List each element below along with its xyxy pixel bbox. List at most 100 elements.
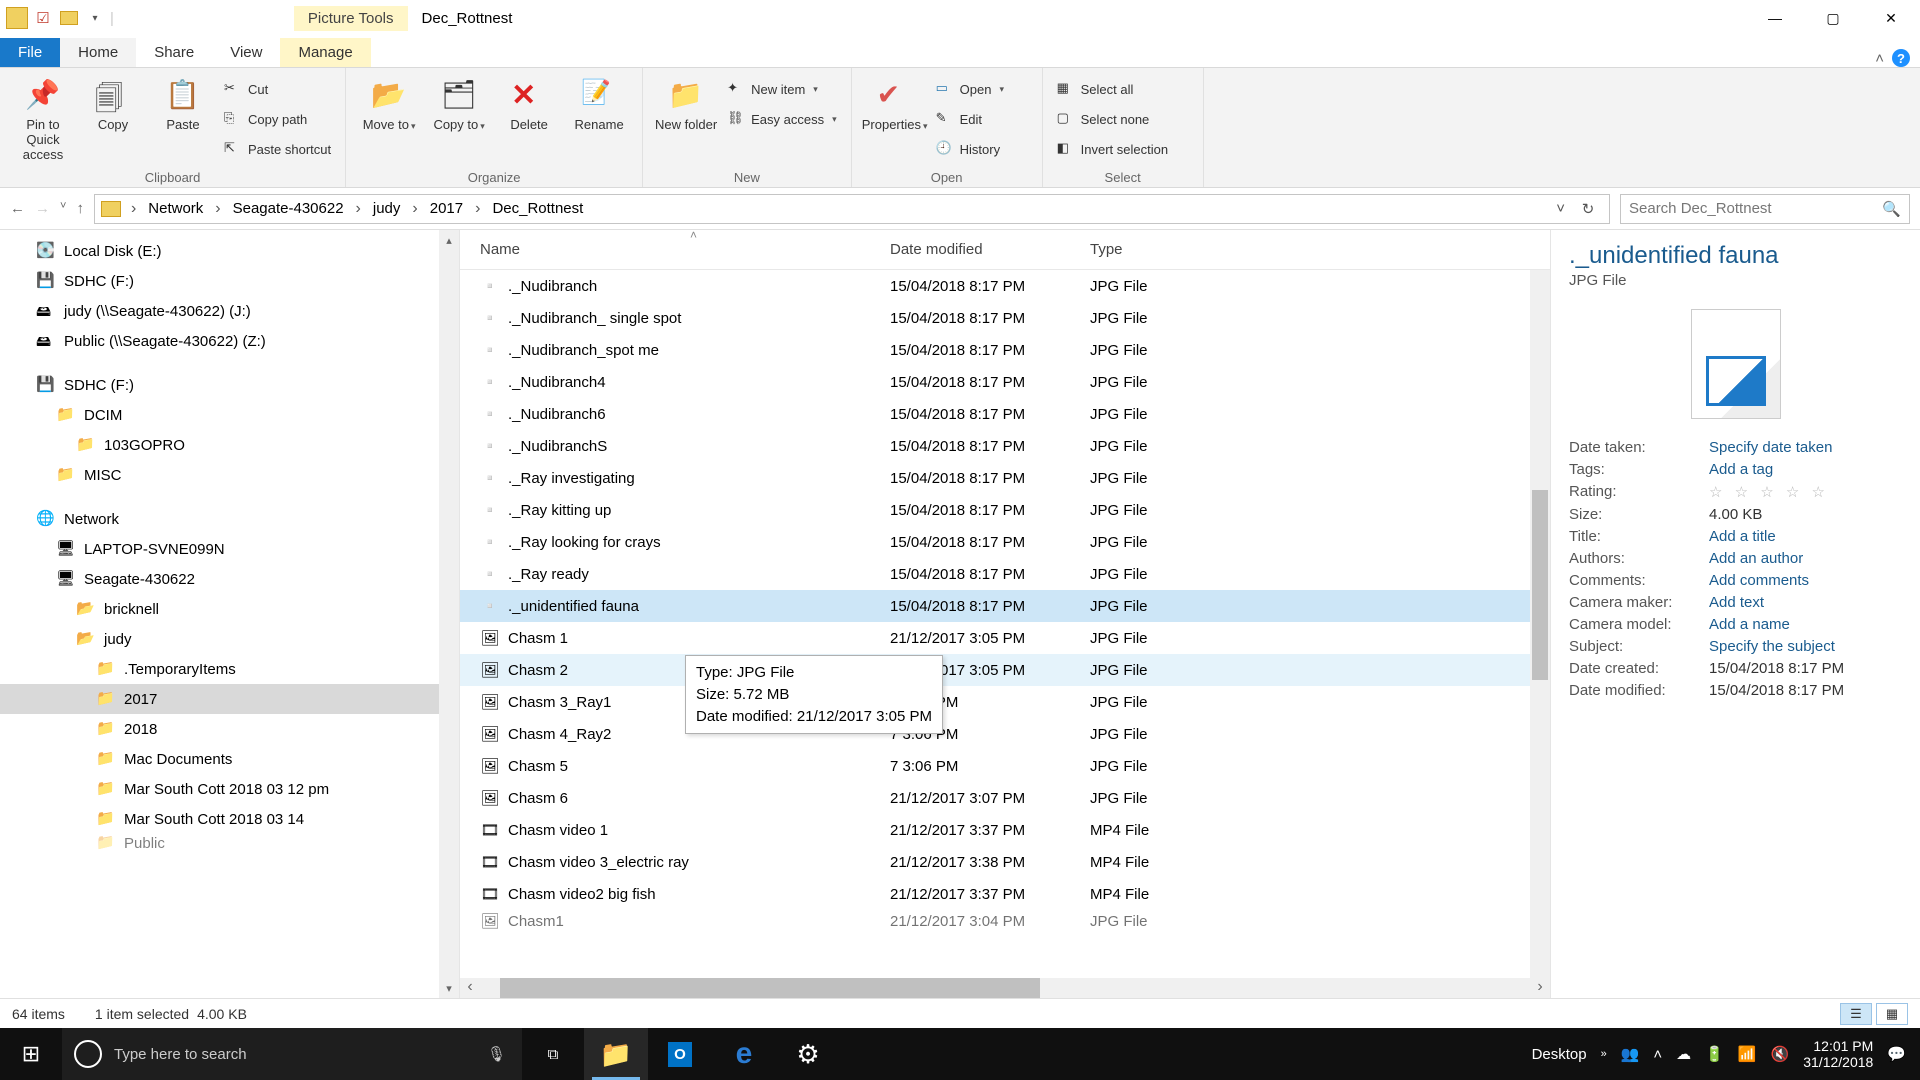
wifi-icon[interactable]: 📶	[1738, 1045, 1757, 1063]
tab-share[interactable]: Share	[136, 38, 212, 67]
contextual-tab-picture-tools[interactable]: Picture Tools	[294, 6, 408, 31]
details-row[interactable]: Comments:Add comments	[1569, 572, 1902, 589]
chevron-right-icon[interactable]: »	[1601, 1048, 1607, 1060]
open-button[interactable]: ▭Open▾	[932, 76, 1032, 102]
tree-item[interactable]: 💽Local Disk (E:)	[0, 236, 459, 266]
file-row[interactable]: ▫️._Ray kitting up15/04/2018 8:17 PMJPG …	[460, 494, 1550, 526]
taskbar-edge[interactable]: e	[712, 1028, 776, 1080]
action-center-icon[interactable]: 💬	[1887, 1045, 1906, 1063]
forward-button[interactable]: →	[35, 200, 50, 217]
vertical-scrollbar[interactable]	[1530, 270, 1550, 978]
new-folder-button[interactable]: 📁New folder	[653, 72, 719, 133]
mic-icon[interactable]: 🎙	[487, 1045, 522, 1063]
bc-network[interactable]: Network	[146, 200, 205, 217]
tab-manage[interactable]: Manage	[280, 38, 370, 67]
copy-to-button[interactable]: 🗂Copy to▾	[426, 72, 492, 133]
tree-item[interactable]: 📁Mar South Cott 2018 03 14	[0, 804, 459, 834]
breadcrumb[interactable]: Network Seagate-430622 judy 2017 Dec_Rot…	[94, 194, 1610, 224]
tree-item[interactable]: 🖥LAPTOP-SVNE099N	[0, 534, 459, 564]
volume-icon[interactable]: 🔇	[1771, 1045, 1790, 1063]
cut-button[interactable]: ✂Cut	[220, 76, 335, 102]
qat-newfolder-icon[interactable]	[58, 7, 80, 29]
new-item-button[interactable]: ✦New item▾	[723, 76, 841, 102]
file-row[interactable]: ▫️._Nudibranch_ single spot15/04/2018 8:…	[460, 302, 1550, 334]
header-date[interactable]: Date modified	[890, 241, 1090, 258]
file-row[interactable]: ▫️._Nudibranch615/04/2018 8:17 PMJPG Fil…	[460, 398, 1550, 430]
taskbar-desktop-toolbar[interactable]: Desktop	[1532, 1046, 1587, 1063]
bc-2017[interactable]: 2017	[428, 200, 465, 217]
details-row[interactable]: Tags:Add a tag	[1569, 461, 1902, 478]
tree-item[interactable]: 📁MISC	[0, 460, 459, 490]
file-row[interactable]: ▫️._NudibranchS15/04/2018 8:17 PMJPG Fil…	[460, 430, 1550, 462]
file-row[interactable]: ▫️._Ray looking for crays15/04/2018 8:17…	[460, 526, 1550, 558]
header-type[interactable]: Type	[1090, 241, 1210, 258]
close-button[interactable]: ✕	[1862, 0, 1920, 36]
file-row[interactable]: 🖼Chasm 57 3:06 PMJPG File	[460, 750, 1550, 782]
back-button[interactable]: ←	[10, 200, 25, 217]
header-name[interactable]: Name	[460, 241, 890, 258]
taskbar[interactable]: ⊞ Type here to search 🎙 ⧉ 📁 O e ⚙ Deskto…	[0, 1028, 1920, 1080]
tree-item[interactable]: 💾SDHC (F:)	[0, 266, 459, 296]
delete-button[interactable]: ✕Delete	[496, 72, 562, 133]
view-large-icons-button[interactable]: ▦	[1876, 1003, 1908, 1025]
up-button[interactable]: ↑	[76, 200, 84, 217]
taskbar-explorer[interactable]: 📁	[584, 1028, 648, 1080]
details-row[interactable]: Title:Add a title	[1569, 528, 1902, 545]
rename-button[interactable]: 📝Rename	[566, 72, 632, 133]
tree-item[interactable]: 📁.TemporaryItems	[0, 654, 459, 684]
tree-item[interactable]: 🖴Public (\\Seagate-430622) (Z:)	[0, 326, 459, 356]
minimize-button[interactable]: —	[1746, 0, 1804, 36]
tree-item[interactable]: 📁Public	[0, 834, 459, 852]
details-row[interactable]: Subject:Specify the subject	[1569, 638, 1902, 655]
copy-button[interactable]: 🗐 Copy	[80, 72, 146, 133]
ribbon-collapse-icon[interactable]: ˄	[1875, 50, 1884, 67]
file-list[interactable]: ▫️._Nudibranch15/04/2018 8:17 PMJPG File…	[460, 270, 1550, 978]
horizontal-scrollbar[interactable]: ‹ ›	[460, 978, 1550, 998]
paste-shortcut-button[interactable]: ⇱Paste shortcut	[220, 136, 335, 162]
breadcrumb-dropdown-icon[interactable]: ˅	[1556, 200, 1565, 218]
file-row[interactable]: ▫️._Nudibranch15/04/2018 8:17 PMJPG File	[460, 270, 1550, 302]
taskbar-clock[interactable]: 12:01 PM 31/12/2018	[1803, 1038, 1873, 1070]
tree-item[interactable]: 📁Mar South Cott 2018 03 12 pm	[0, 774, 459, 804]
recent-locations-button[interactable]: ˅	[60, 200, 66, 217]
file-row[interactable]: 🖼Chasm 3_Ray17 3:05 PMJPG File	[460, 686, 1550, 718]
tab-home[interactable]: Home	[60, 38, 136, 67]
tray-expand-icon[interactable]: ˄	[1653, 1046, 1662, 1063]
maximize-button[interactable]: ▢	[1804, 0, 1862, 36]
copy-path-button[interactable]: ⎘Copy path	[220, 106, 335, 132]
file-row[interactable]: ▫️._Ray investigating15/04/2018 8:17 PMJ…	[460, 462, 1550, 494]
search-input[interactable]: Search Dec_Rottnest 🔍	[1620, 194, 1910, 224]
task-view-button[interactable]: ⧉	[522, 1028, 584, 1080]
start-button[interactable]: ⊞	[0, 1028, 62, 1080]
bc-current[interactable]: Dec_Rottnest	[490, 200, 585, 217]
edit-button[interactable]: ✎Edit	[932, 106, 1032, 132]
help-icon[interactable]: ?	[1892, 49, 1910, 67]
file-row[interactable]: 🖼Chasm121/12/2017 3:04 PMJPG File	[460, 910, 1550, 932]
file-row[interactable]: ▫️._Nudibranch415/04/2018 8:17 PMJPG Fil…	[460, 366, 1550, 398]
navigation-tree[interactable]: 💽Local Disk (E:)💾SDHC (F:)🖴judy (\\Seaga…	[0, 230, 460, 998]
tree-item[interactable]: 📁DCIM	[0, 400, 459, 430]
file-row[interactable]: 🖼Chasm 4_Ray27 3:06 PMJPG File	[460, 718, 1550, 750]
tree-item[interactable]: 🖥Seagate-430622	[0, 564, 459, 594]
column-headers[interactable]: Name ˄ Date modified Type	[460, 230, 1550, 270]
file-row[interactable]: 🎞Chasm video 3_electric ray21/12/2017 3:…	[460, 846, 1550, 878]
file-row[interactable]: 🖼Chasm 621/12/2017 3:07 PMJPG File	[460, 782, 1550, 814]
select-all-button[interactable]: ▦Select all	[1053, 76, 1193, 102]
select-none-button[interactable]: ▢Select none	[1053, 106, 1193, 132]
tree-item[interactable]: 📁103GOPRO	[0, 430, 459, 460]
invert-selection-button[interactable]: ◧Invert selection	[1053, 136, 1193, 162]
details-row[interactable]: Camera model:Add a name	[1569, 616, 1902, 633]
tree-item[interactable]: 📂judy	[0, 624, 459, 654]
tree-item[interactable]: 🖴judy (\\Seagate-430622) (J:)	[0, 296, 459, 326]
tree-item[interactable]: 💾SDHC (F:)	[0, 370, 459, 400]
view-details-button[interactable]: ☰	[1840, 1003, 1872, 1025]
refresh-button[interactable]: ↻	[1573, 200, 1603, 218]
details-row[interactable]: Date taken:Specify date taken	[1569, 439, 1902, 456]
properties-button[interactable]: ✔Properties▾	[862, 72, 928, 133]
move-to-button[interactable]: 📂Move to▾	[356, 72, 422, 133]
onedrive-icon[interactable]: ☁	[1676, 1045, 1691, 1063]
details-row[interactable]: Camera maker:Add text	[1569, 594, 1902, 611]
file-row[interactable]: 🎞Chasm video2 big fish21/12/2017 3:37 PM…	[460, 878, 1550, 910]
taskbar-search[interactable]: Type here to search 🎙	[62, 1028, 522, 1080]
paste-button[interactable]: 📋 Paste	[150, 72, 216, 133]
